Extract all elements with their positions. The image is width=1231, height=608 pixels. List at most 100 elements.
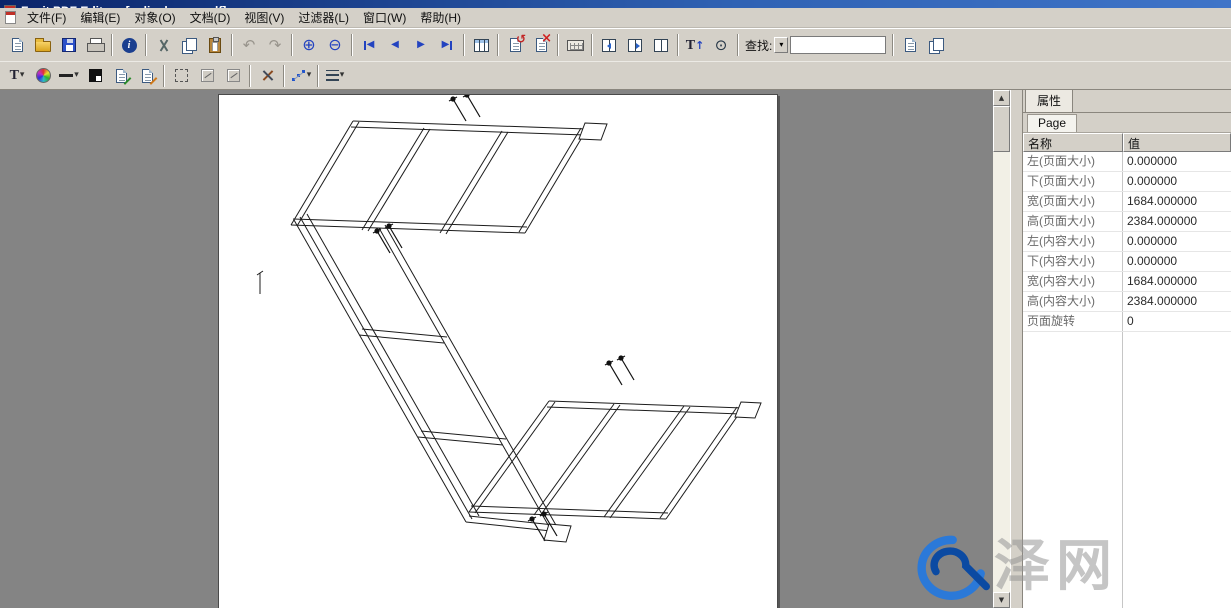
document-menu-icon[interactable] [5, 11, 16, 24]
target-circle-icon: ⊙ [715, 38, 728, 53]
edit-form-button[interactable] [134, 64, 160, 88]
save-button[interactable] [56, 33, 82, 57]
scrollbar-track[interactable] [993, 106, 1010, 592]
last-page-button[interactable]: ▶ [434, 33, 460, 57]
document-canvas[interactable] [0, 90, 993, 608]
next-page-button[interactable]: ▶ [408, 33, 434, 57]
table-row[interactable]: 左(页面大小)0.000000 [1023, 152, 1231, 172]
table-row[interactable]: 宽(页面大小)1684.000000 [1023, 192, 1231, 212]
line-tool-button[interactable]: ▾ [56, 64, 82, 88]
property-name: 高(内容大小) [1023, 292, 1123, 311]
page-form-button[interactable] [468, 33, 494, 57]
scroll-down-button[interactable]: ▼ [993, 592, 1010, 608]
property-value[interactable]: 0.000000 [1123, 232, 1231, 251]
menu-item-edit[interactable]: 编辑(E) [73, 7, 127, 28]
find-options-button[interactable]: ▾ [774, 37, 788, 53]
zoom-out-button[interactable]: ⊖ [322, 33, 348, 57]
delete-page-button[interactable]: × [528, 33, 554, 57]
toolbar-separator [677, 34, 679, 56]
cut-button[interactable] [150, 33, 176, 57]
align-button[interactable]: ▾ [322, 64, 348, 88]
property-value[interactable]: 1684.000000 [1123, 272, 1231, 291]
column-header-value[interactable]: 值 [1123, 133, 1231, 152]
scroll-up-button[interactable]: ▲ [993, 90, 1010, 106]
split-page-button[interactable] [648, 33, 674, 57]
property-value[interactable]: 0.000000 [1123, 152, 1231, 171]
pdf-page[interactable] [218, 94, 778, 608]
about-button[interactable]: ⊙ [708, 33, 734, 57]
table-row[interactable]: 宽(内容大小)1684.000000 [1023, 272, 1231, 292]
properties-grid-header: 名称 值 [1023, 133, 1231, 152]
find-input[interactable] [790, 36, 886, 54]
new-document-icon [12, 38, 23, 52]
table-row[interactable]: 高(内容大小)2384.000000 [1023, 292, 1231, 312]
print-button[interactable] [82, 33, 108, 57]
rotate-page-icon: ↺ [507, 37, 523, 53]
properties-grid: 左(页面大小)0.000000 下(页面大小)0.000000 宽(页面大小)1… [1023, 152, 1231, 608]
copy-button[interactable] [176, 33, 202, 57]
scrollbar-thumb[interactable] [993, 106, 1010, 152]
previous-page-button[interactable]: ◀ [382, 33, 408, 57]
edit-object-button[interactable] [108, 64, 134, 88]
tab-page[interactable]: Page [1027, 114, 1077, 132]
table-row[interactable]: 下(内容大小)0.000000 [1023, 252, 1231, 272]
menu-bar: 文件(F) 编辑(E) 对象(O) 文档(D) 视图(V) 过滤器(L) 窗口(… [0, 8, 1231, 28]
property-value[interactable]: 0 [1123, 312, 1231, 331]
open-folder-icon [35, 41, 51, 52]
table-row[interactable]: 页面旋转0 [1023, 312, 1231, 332]
edit-object-icon [113, 68, 129, 84]
document-properties-icon [905, 38, 916, 52]
scale-object-icon [227, 69, 240, 82]
scroll-up-icon: ▲ [999, 95, 1004, 102]
text-tool-button[interactable]: T▾ [4, 64, 30, 88]
menu-item-window[interactable]: 窗口(W) [356, 7, 413, 28]
column-header-name[interactable]: 名称 [1023, 133, 1123, 152]
menu-item-help[interactable]: 帮助(H) [413, 7, 468, 28]
tools-button[interactable] [254, 64, 280, 88]
scale-object-button[interactable] [220, 64, 246, 88]
menu-item-object[interactable]: 对象(O) [127, 7, 182, 28]
property-value[interactable]: 1684.000000 [1123, 192, 1231, 211]
document-pages-button[interactable] [923, 33, 949, 57]
property-value[interactable]: 2384.000000 [1123, 212, 1231, 231]
insert-page-after-button[interactable] [622, 33, 648, 57]
table-row[interactable]: 高(页面大小)2384.000000 [1023, 212, 1231, 232]
new-document-button[interactable] [4, 33, 30, 57]
menu-item-filter[interactable]: 过滤器(L) [291, 7, 356, 28]
first-page-button[interactable]: ◀ [356, 33, 382, 57]
menu-item-document[interactable]: 文档(D) [183, 7, 238, 28]
properties-tab[interactable]: 属性 [1025, 89, 1073, 112]
paste-button[interactable] [202, 33, 228, 57]
color-picker-button[interactable] [30, 64, 56, 88]
redo-button[interactable]: ↷ [262, 33, 288, 57]
rotate-object-button[interactable] [194, 64, 220, 88]
property-name: 下(页面大小) [1023, 172, 1123, 191]
node-edit-button[interactable]: ▾ [288, 64, 314, 88]
property-value[interactable]: 0.000000 [1123, 252, 1231, 271]
select-tool-button[interactable] [168, 64, 194, 88]
chevron-down-icon: ▾ [340, 71, 345, 80]
text-export-button[interactable]: T↑ [682, 33, 708, 57]
split-page-icon [654, 39, 668, 52]
open-file-button[interactable] [30, 33, 56, 57]
property-value[interactable]: 0.000000 [1123, 172, 1231, 191]
zoom-in-button[interactable]: ⊕ [296, 33, 322, 57]
table-row[interactable]: 左(内容大小)0.000000 [1023, 232, 1231, 252]
property-value[interactable]: 2384.000000 [1123, 292, 1231, 311]
fill-style-button[interactable] [82, 64, 108, 88]
table-row[interactable]: 下(页面大小)0.000000 [1023, 172, 1231, 192]
toolbar-separator [737, 34, 739, 56]
document-properties-button[interactable] [897, 33, 923, 57]
insert-page-before-button[interactable] [596, 33, 622, 57]
app-icon [4, 5, 16, 8]
undo-button[interactable]: ↶ [236, 33, 262, 57]
document-info-button[interactable]: i [116, 33, 142, 57]
marquee-icon [175, 69, 188, 82]
toolbar-separator [249, 65, 251, 87]
vertical-scrollbar[interactable]: ▲ ▼ [993, 90, 1010, 608]
menu-item-view[interactable]: 视图(V) [237, 7, 291, 28]
rotate-page-button[interactable]: ↺ [502, 33, 528, 57]
menu-item-file[interactable]: 文件(F) [20, 7, 73, 28]
panel-splitter[interactable] [1010, 90, 1022, 608]
keyboard-button[interactable] [562, 33, 588, 57]
